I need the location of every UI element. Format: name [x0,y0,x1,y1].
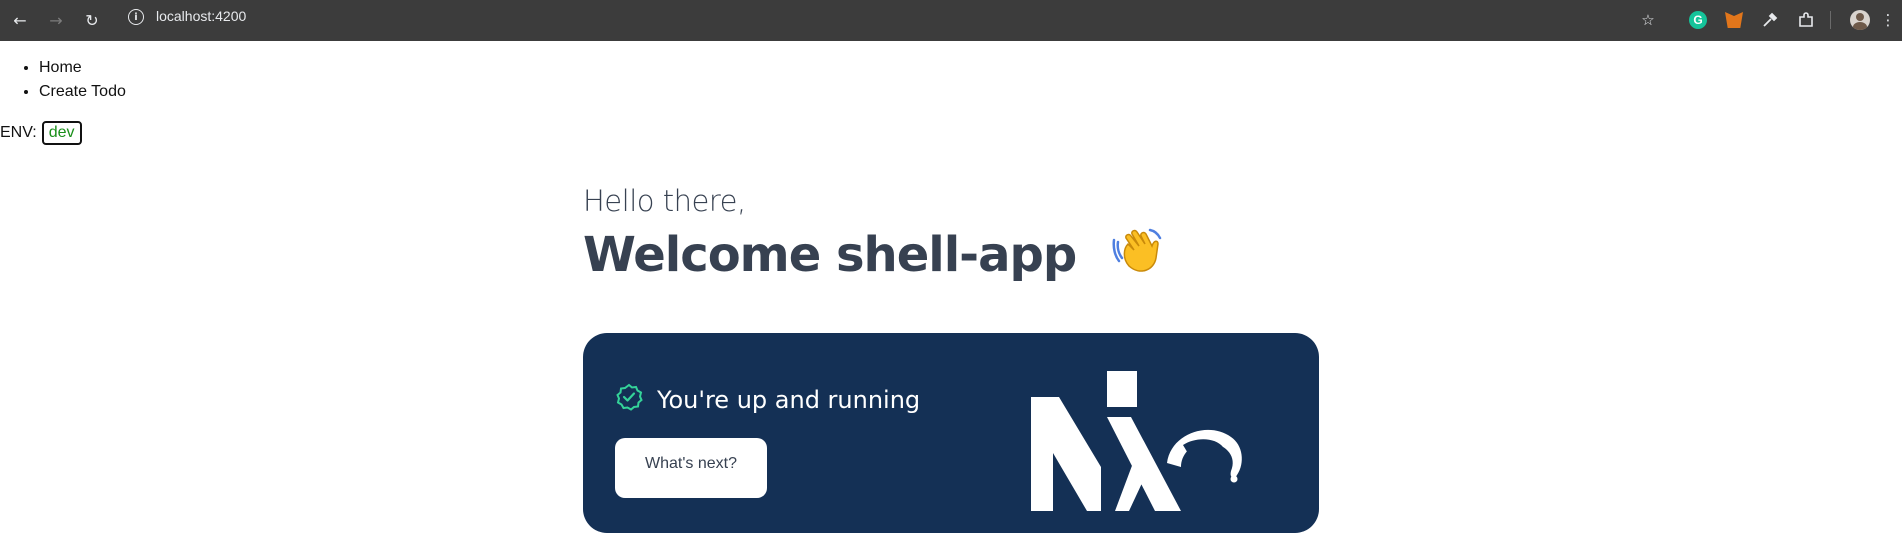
toolbar-divider [1830,11,1831,29]
profile-avatar[interactable] [1848,8,1872,32]
status-text: You're up and running [657,386,921,414]
env-indicator: ENV: dev [0,121,82,145]
env-label: ENV: [0,124,37,141]
hero-card: You're up and running What's next? [583,333,1319,533]
forward-icon[interactable]: → [44,8,68,32]
metamask-icon[interactable] [1722,8,1746,32]
page-title: Welcome shell-app [583,226,1166,290]
extensions-icon[interactable] [1794,8,1818,32]
star-icon[interactable]: ☆ [1636,8,1660,32]
eyedropper-icon[interactable] [1758,8,1782,32]
nav-link-create-todo[interactable]: Create Todo [39,83,126,100]
grammarly-icon[interactable]: G [1686,8,1710,32]
whats-next-button[interactable]: What's next? [615,438,767,498]
nav-link-home[interactable]: Home [39,59,82,76]
address-bar[interactable]: localhost:4200 [156,8,246,24]
nav-item-home: Home [39,56,126,80]
page-title-text: Welcome shell-app [583,227,1077,283]
env-badge: dev [41,121,82,145]
reload-icon[interactable]: ↻ [80,8,104,32]
greeting-text: Hello there, [583,184,746,218]
nav-item-create-todo: Create Todo [39,80,126,104]
waving-hand-icon [1112,226,1166,290]
status-line: You're up and running [615,383,920,417]
nx-logo [1031,371,1251,515]
back-icon[interactable]: ← [8,8,32,32]
info-icon[interactable]: i [128,9,144,25]
nav-list: Home Create Todo [0,56,126,104]
more-icon[interactable]: ⋮ [1880,8,1896,32]
check-badge-icon [615,383,643,417]
browser-toolbar: ← → ↻ i localhost:4200 ☆ G ⋮ [0,0,1902,41]
